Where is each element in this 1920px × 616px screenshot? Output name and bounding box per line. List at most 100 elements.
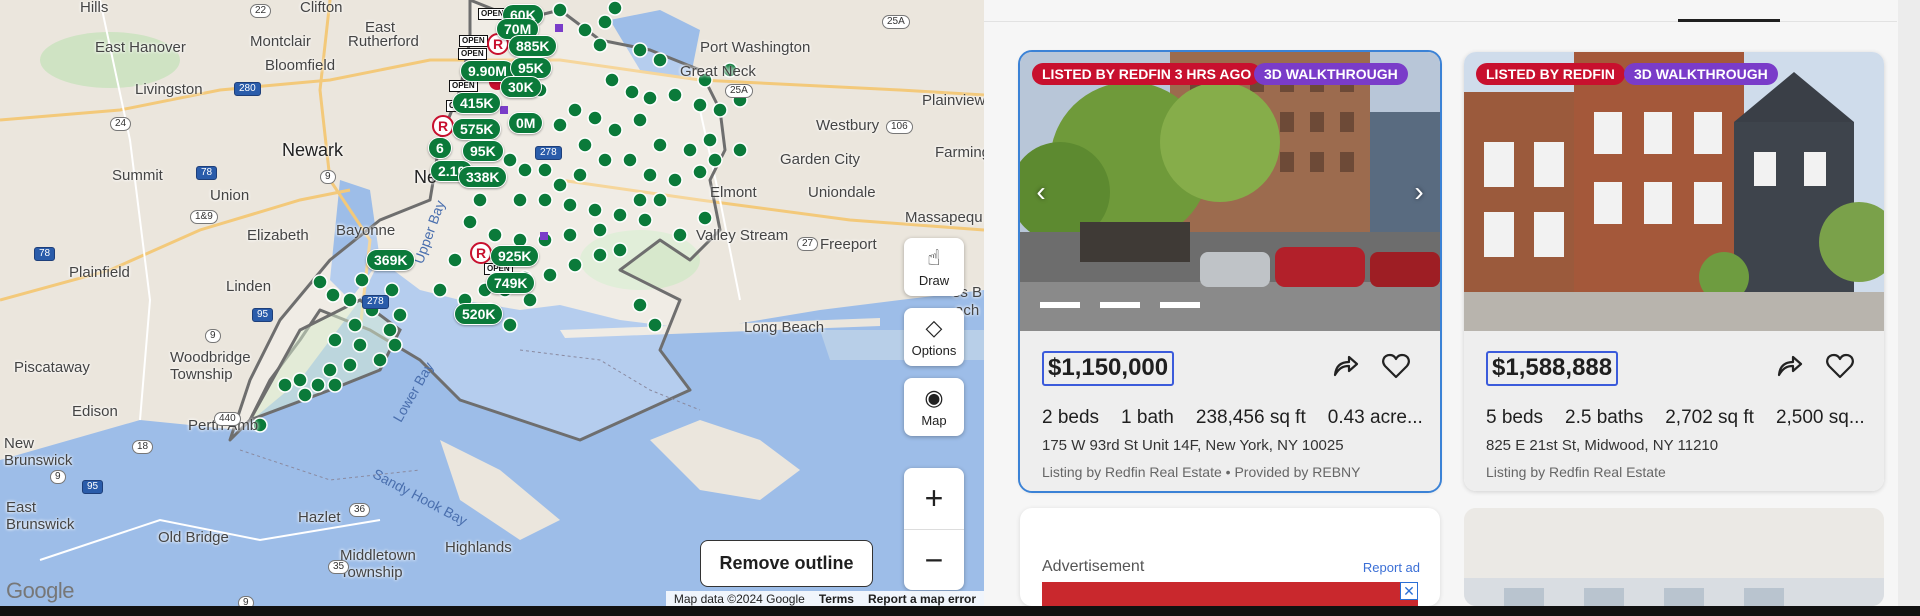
listing-byline: Listing by Redfin Real Estate • Provided… bbox=[1042, 464, 1361, 480]
city-label: Plainview bbox=[922, 92, 984, 109]
scrollbar[interactable] bbox=[1898, 0, 1920, 606]
advertisement-card[interactable]: Advertisement Report ad ✕ bbox=[1020, 508, 1440, 606]
favorite-heart-icon[interactable] bbox=[1825, 351, 1855, 381]
city-label: Great Neck bbox=[680, 63, 756, 80]
price-pin[interactable]: 30K bbox=[500, 76, 542, 98]
city-label: Livingston bbox=[135, 81, 203, 98]
city-label: Plainfield bbox=[69, 264, 130, 281]
map-type-label: Map bbox=[921, 412, 947, 428]
city-label: Bloomfield bbox=[265, 57, 336, 74]
price-pin[interactable]: 925K bbox=[490, 245, 540, 267]
share-icon[interactable] bbox=[1330, 351, 1360, 381]
open-house-tag[interactable]: OPEN bbox=[459, 35, 488, 47]
prev-photo-icon[interactable]: ‹ bbox=[1026, 176, 1056, 207]
road-shield: 9 bbox=[205, 329, 221, 343]
price-pin[interactable]: 415K bbox=[452, 92, 502, 114]
city-label: Woodbridge Township bbox=[170, 349, 251, 383]
city-label: Port Washington bbox=[700, 39, 811, 56]
3d-walkthrough-badge[interactable]: 3D WALKTHROUGH bbox=[1624, 63, 1778, 85]
google-logo: Google bbox=[6, 578, 74, 603]
draw-label: Draw bbox=[918, 272, 950, 288]
road-shield: 278 bbox=[362, 295, 389, 309]
listed-by-redfin-badge: LISTED BY REDFIN bbox=[1476, 63, 1625, 85]
city-label: Garden City bbox=[780, 151, 861, 168]
redfin-pin[interactable]: R bbox=[432, 115, 454, 137]
city-label: Westbury bbox=[816, 117, 880, 134]
price-pin[interactable]: 749K bbox=[486, 272, 536, 294]
price-pin[interactable]: 369K bbox=[366, 249, 416, 271]
map-data-credit: Map data ©2024 Google bbox=[673, 591, 805, 606]
road-shield: 95 bbox=[252, 308, 274, 322]
city-label: Edison bbox=[72, 403, 118, 420]
3d-walkthrough-badge[interactable]: 3D WALKTHROUGH bbox=[1254, 63, 1408, 85]
hand-pointer-icon: ☝ bbox=[927, 244, 941, 270]
listing-info[interactable]: $1,150,000 2 beds 1 bath 238,456 sq ft 0… bbox=[1020, 331, 1440, 491]
listings-panel[interactable]: LISTED BY REDFIN 3 HRS AGO 3D WALKTHROUG… bbox=[984, 0, 1920, 606]
open-house-tag[interactable]: OPEN bbox=[458, 48, 487, 60]
listing-card[interactable]: LISTED BY REDFIN 3 HRS AGO 3D WALKTHROUG… bbox=[1018, 50, 1442, 493]
listing-photo[interactable] bbox=[1020, 52, 1440, 331]
city-label: Summit bbox=[112, 167, 163, 184]
beds: 5 beds bbox=[1486, 407, 1544, 428]
baths: 2.5 baths bbox=[1565, 407, 1644, 428]
road-shield: 9 bbox=[238, 596, 254, 606]
price-pin[interactable]: 95K bbox=[462, 140, 504, 162]
terms-link[interactable]: Terms bbox=[819, 592, 854, 606]
close-ad-icon[interactable]: ✕ bbox=[1400, 582, 1418, 600]
advertisement-label: Advertisement bbox=[1042, 558, 1145, 575]
map-type-button[interactable]: ◉ Map bbox=[904, 378, 964, 436]
square-feet: 238,456 sq ft bbox=[1195, 407, 1306, 428]
price-pin[interactable]: 6 bbox=[428, 137, 452, 159]
next-photo-icon[interactable]: › bbox=[1404, 176, 1434, 207]
road-shield: 95 bbox=[82, 480, 104, 494]
price-pin[interactable]: 575K bbox=[452, 118, 502, 140]
road-shield: 78 bbox=[34, 247, 56, 261]
listing-address[interactable]: 175 W 93rd St Unit 14F, New York, NY 100… bbox=[1042, 437, 1344, 454]
road-shield: 1&9 bbox=[190, 210, 218, 224]
report-ad-link[interactable]: Report ad bbox=[1363, 560, 1420, 575]
city-label: Piscataway bbox=[14, 359, 90, 376]
share-icon[interactable] bbox=[1774, 351, 1804, 381]
listing-photo[interactable] bbox=[1464, 52, 1884, 331]
road-shield: 35 bbox=[328, 560, 350, 574]
price-pin[interactable]: 338K bbox=[458, 166, 508, 188]
redfin-pin[interactable]: R bbox=[470, 242, 492, 264]
price-pin[interactable]: 520K bbox=[454, 303, 504, 325]
city-label: Valley Stream bbox=[696, 227, 789, 244]
city-label: Highlands bbox=[445, 539, 512, 556]
options-button[interactable]: ◇ Options bbox=[904, 308, 964, 366]
active-tab-indicator bbox=[1678, 19, 1780, 22]
price-pin[interactable]: 885K bbox=[508, 35, 558, 57]
listing-stats: 5 beds 2.5 baths 2,702 sq ft 2,500 sq... bbox=[1486, 407, 1870, 429]
zoom-in-button[interactable]: + bbox=[904, 468, 964, 529]
globe-icon: ◉ bbox=[924, 384, 944, 410]
city-label: Elmont bbox=[710, 184, 757, 201]
road-shield: 9 bbox=[320, 170, 336, 184]
listing-card[interactable] bbox=[1464, 508, 1884, 606]
city-label: Hills bbox=[80, 0, 109, 16]
map-panel[interactable]: Hills Clifton East Hanover Montclair Rut… bbox=[0, 0, 984, 606]
ad-banner[interactable]: ✕ bbox=[1042, 582, 1418, 606]
road-shield: 9 bbox=[50, 470, 66, 484]
road-shield: 36 bbox=[349, 503, 371, 517]
city-label: Middletown Township bbox=[340, 547, 416, 581]
road-shield: 106 bbox=[886, 120, 913, 134]
report-map-error-link[interactable]: Report a map error bbox=[868, 592, 976, 606]
city-label: East Brunswick bbox=[6, 499, 75, 533]
zoom-out-button[interactable]: − bbox=[904, 529, 964, 590]
road-shield: 278 bbox=[535, 146, 562, 160]
listing-info[interactable]: $1,588,888 5 beds 2.5 baths 2,702 sq ft … bbox=[1464, 331, 1884, 491]
road-shield: 25A bbox=[725, 84, 753, 98]
price-pin[interactable]: 0M bbox=[508, 112, 544, 134]
road-shield: 22 bbox=[250, 4, 272, 18]
favorite-heart-icon[interactable] bbox=[1381, 351, 1411, 381]
remove-outline-button[interactable]: Remove outline bbox=[700, 540, 873, 587]
listing-photo[interactable] bbox=[1464, 508, 1884, 606]
listing-address[interactable]: 825 E 21st St, Midwood, NY 11210 bbox=[1486, 437, 1718, 454]
city-label: Long Beach bbox=[744, 319, 825, 336]
listing-card[interactable]: LISTED BY REDFIN 3D WALKTHROUGH $1,588,8… bbox=[1464, 52, 1884, 491]
draw-button[interactable]: ☝ Draw bbox=[904, 238, 964, 296]
city-label: Newark bbox=[282, 140, 344, 160]
city-label: New Brunswick bbox=[4, 435, 73, 469]
bottom-bar bbox=[0, 606, 1920, 616]
